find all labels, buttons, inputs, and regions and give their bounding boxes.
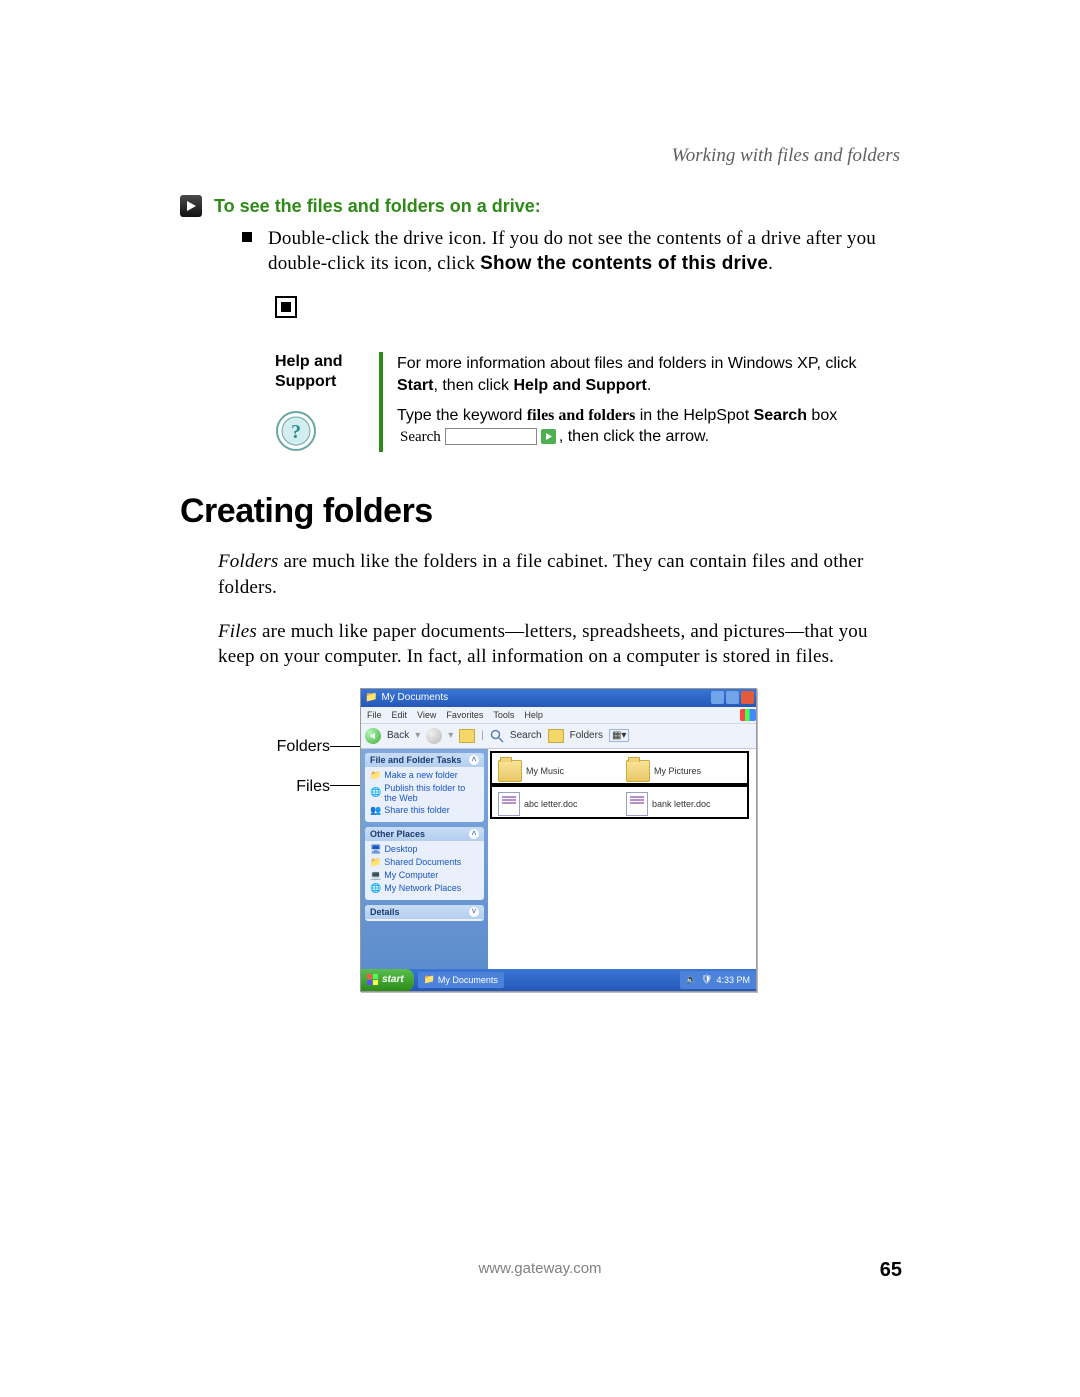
maximize-button[interactable] (726, 691, 739, 704)
help-line2-pre: Type the keyword (397, 407, 527, 424)
menu-help[interactable]: Help (524, 710, 543, 720)
explorer-sidebar: File and Folder Tasks ˄ 📁Make a new folde… (361, 749, 488, 969)
forward-button[interactable] (426, 728, 442, 744)
help-start-bold: Start (397, 377, 433, 394)
callout-line (330, 746, 360, 747)
help-question-icon: ? (275, 410, 317, 452)
para2-ital: Files (218, 621, 257, 642)
menu-file[interactable]: File (367, 710, 382, 720)
files-annotation-box (490, 785, 749, 819)
sidebar-places-box: Other Places ˄ 🖥Desktop 📁Shared Documents… (365, 827, 484, 900)
section-header: Working with files and folders (180, 145, 900, 167)
task-step: Double-click the drive icon. If you do n… (242, 227, 900, 276)
sidebar-tasks-title: File and Folder Tasks (370, 755, 461, 765)
taskbar: start 📁My Documents 🔈 🛡 4:33 PM (361, 969, 756, 991)
folders-button-icon (548, 729, 564, 743)
folders-annotation-box (490, 751, 749, 785)
menu-tools[interactable]: Tools (493, 710, 514, 720)
page-number: 65 (880, 1259, 902, 1282)
para2-text: are much like paper documents—letters, s… (218, 621, 868, 668)
sidebar-link[interactable]: 🌐Publish this folder to the Web (370, 783, 479, 803)
windows-flag-icon (740, 709, 756, 721)
task-heading: To see the files and folders on a drive: (214, 196, 541, 217)
help-line2-post: , then click the arrow. (559, 428, 709, 445)
search-label[interactable]: Search (510, 730, 542, 741)
back-label: Back (387, 730, 409, 741)
help-title-line2: Support (275, 372, 365, 392)
help-line2-box-pre: box (807, 407, 837, 424)
help-hs-bold: Help and Support (513, 377, 646, 394)
tray-icon: 🛡 (701, 974, 712, 985)
back-button[interactable] (365, 728, 381, 744)
menu-favorites[interactable]: Favorites (446, 710, 483, 720)
window-titlebar: 📁 My Documents (361, 689, 756, 707)
step-text-bold: Show the contents of this drive (480, 253, 768, 274)
windows-logo-icon (367, 974, 379, 986)
help-line1-mid: , then click (433, 377, 513, 394)
para1-ital: Folders (218, 551, 279, 572)
close-button[interactable] (741, 691, 754, 704)
end-of-steps-icon (275, 296, 297, 318)
sidebar-link[interactable]: 💻My Computer (370, 870, 479, 881)
search-icon (490, 729, 504, 743)
folder-icon (626, 760, 650, 782)
square-bullet-icon (242, 232, 252, 242)
document-icon (498, 792, 520, 816)
step-text-post: . (768, 253, 773, 274)
section-heading: Creating folders (180, 492, 900, 531)
sidebar-places-title: Other Places (370, 829, 425, 839)
sidebar-details-box: Details ˅ (365, 905, 484, 921)
callout-line (330, 785, 360, 786)
help-and-support-block: Help and Support ? For more information … (275, 352, 900, 452)
folders-label[interactable]: Folders (570, 730, 603, 741)
system-tray: 🔈 🛡 4:33 PM (680, 971, 756, 989)
folder-icon: 📁 (365, 692, 377, 703)
play-icon (180, 195, 202, 217)
callout-files: Files (270, 778, 330, 796)
sidebar-link[interactable]: 🌐My Network Places (370, 883, 479, 894)
minimize-button[interactable] (711, 691, 724, 704)
up-button[interactable] (459, 729, 475, 743)
green-divider (379, 352, 383, 452)
footer-url: www.gateway.com (180, 1260, 900, 1277)
help-line1-end: . (647, 377, 651, 394)
help-keyword: files and folders (527, 407, 635, 424)
sidebar-link[interactable]: 📁Shared Documents (370, 857, 479, 868)
svg-text:?: ? (291, 421, 301, 443)
window-title: My Documents (381, 692, 448, 703)
taskbar-item[interactable]: 📁My Documents (418, 972, 504, 988)
views-button[interactable]: ▦▾ (609, 729, 629, 742)
para1-text: are much like the folders in a file cabi… (218, 551, 864, 598)
inline-search-box (445, 428, 537, 445)
menu-edit[interactable]: Edit (392, 710, 408, 720)
inline-search-go-icon (541, 429, 556, 444)
chevron-down-icon[interactable]: ˅ (469, 907, 479, 917)
help-line2-mid: in the HelpSpot (635, 407, 753, 424)
help-title-line1: Help and (275, 352, 365, 372)
folder-icon (498, 760, 522, 782)
toolbar: Back ▾ ▾ | Search Folders ▦▾ (361, 723, 756, 749)
sidebar-tasks-box: File and Folder Tasks ˄ 📁Make a new folde… (365, 753, 484, 822)
clock: 4:33 PM (716, 975, 750, 985)
explorer-content: My Music My Pictures abc letter.doc bank… (488, 749, 756, 969)
start-button[interactable]: start (361, 969, 414, 991)
sidebar-details-title: Details (370, 907, 400, 917)
menu-view[interactable]: View (417, 710, 436, 720)
callout-folders: Folders (270, 738, 330, 756)
xp-window: 📁 My Documents File Edit View Favorites … (360, 688, 757, 992)
chevron-up-icon[interactable]: ˄ (469, 829, 479, 839)
chevron-up-icon[interactable]: ˄ (469, 755, 479, 765)
document-icon (626, 792, 648, 816)
sidebar-link[interactable]: 📁Make a new folder (370, 770, 479, 781)
inline-search-label: Search (400, 427, 441, 447)
help-line1-pre: For more information about files and fol… (397, 355, 856, 372)
menu-bar: File Edit View Favorites Tools Help (361, 707, 756, 723)
screenshot-figure: Folders Files 📁 My Documents (270, 688, 900, 992)
sidebar-link[interactable]: 👥Share this folder (370, 805, 479, 816)
help-search-bold: Search (754, 407, 807, 424)
sidebar-link[interactable]: 🖥Desktop (370, 844, 479, 855)
tray-icon: 🔈 (686, 974, 697, 985)
